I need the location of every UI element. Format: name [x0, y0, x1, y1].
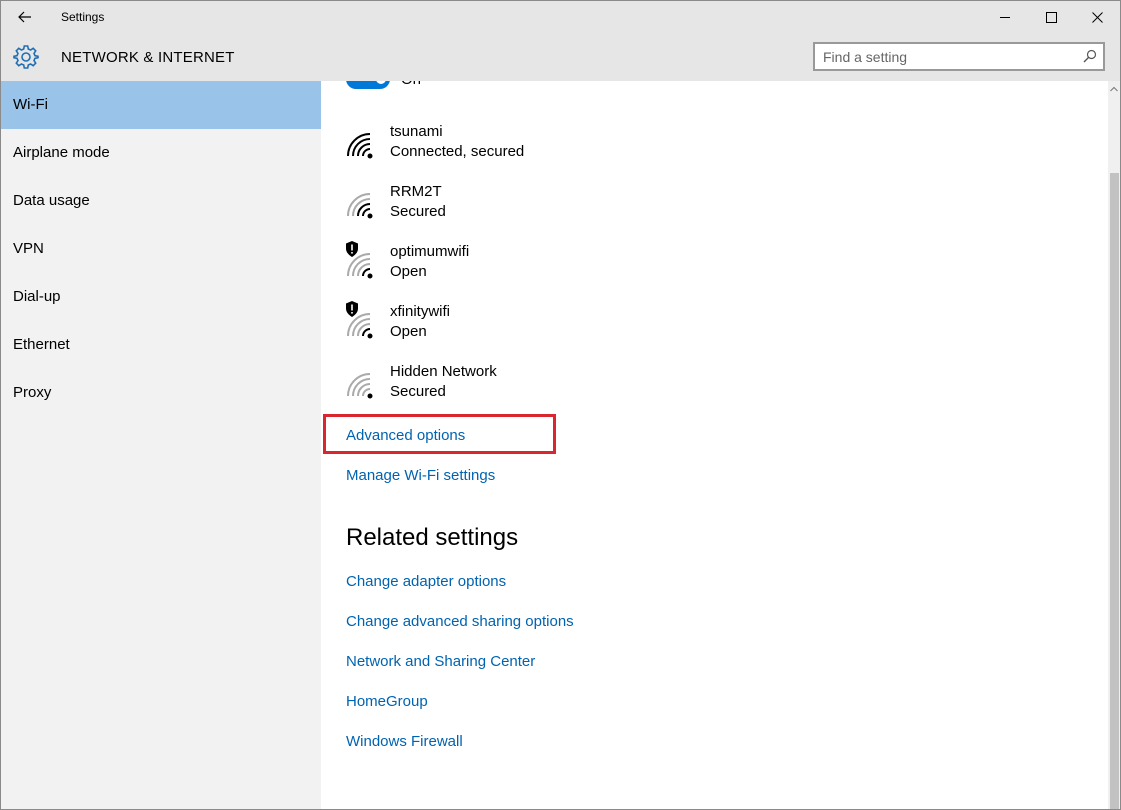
- wifi-signal-medium-icon: [347, 193, 373, 219]
- wifi-toggle[interactable]: [346, 81, 390, 89]
- network-name: optimumwifi: [390, 243, 470, 260]
- minimize-icon: [999, 16, 1010, 18]
- sidebar-item-dial-up[interactable]: Dial-up: [1, 273, 321, 321]
- shield-warning-icon: [346, 241, 358, 257]
- search-box[interactable]: [813, 42, 1105, 71]
- network-status: Open: [390, 263, 427, 280]
- scrollbar-thumb[interactable]: [1110, 173, 1119, 809]
- change-adapter-options-link[interactable]: Change adapter options: [346, 573, 506, 590]
- sidebar-item-ethernet[interactable]: Ethernet: [1, 321, 321, 369]
- network-status: Secured: [390, 203, 446, 220]
- network-name: RRM2T: [390, 183, 442, 200]
- maximize-button[interactable]: [1028, 1, 1074, 33]
- search-icon[interactable]: [1083, 49, 1097, 63]
- network-status: Secured: [390, 383, 446, 400]
- network-name: xfinitywifi: [390, 303, 451, 320]
- manage-wifi-settings-link[interactable]: Manage Wi-Fi settings: [346, 467, 495, 484]
- network-name: tsunami: [390, 123, 443, 140]
- sidebar-item-data-usage[interactable]: Data usage: [1, 177, 321, 225]
- vertical-scrollbar[interactable]: [1108, 81, 1120, 809]
- advanced-options-link[interactable]: Advanced options: [346, 427, 465, 444]
- settings-window: Settings NETWORK & INTERNET Wi-Fi: [0, 0, 1121, 810]
- scroll-up-arrow-icon[interactable]: [1110, 85, 1118, 93]
- network-and-sharing-center-link[interactable]: Network and Sharing Center: [346, 653, 535, 670]
- network-name: Hidden Network: [390, 363, 497, 380]
- close-button[interactable]: [1074, 1, 1120, 33]
- network-item[interactable]: tsunami Connected, secured: [346, 121, 746, 171]
- windows-firewall-link[interactable]: Windows Firewall: [346, 733, 463, 750]
- search-input[interactable]: [823, 47, 1073, 67]
- back-arrow-icon: [18, 11, 31, 23]
- title-bar: Settings: [1, 1, 1120, 33]
- sidebar-item-airplane-mode[interactable]: Airplane mode: [1, 129, 321, 177]
- page-title: NETWORK & INTERNET: [61, 49, 235, 66]
- sidebar-item-vpn[interactable]: VPN: [1, 225, 321, 273]
- network-status: Connected, secured: [390, 143, 525, 160]
- minimize-button[interactable]: [982, 1, 1028, 33]
- page-header: NETWORK & INTERNET: [1, 33, 1120, 81]
- wifi-signal-full-icon: [347, 133, 373, 159]
- homegroup-link[interactable]: HomeGroup: [346, 693, 428, 710]
- related-settings-heading: Related settings: [346, 524, 519, 551]
- sidebar: Wi-Fi Airplane mode Data usage VPN Dial-…: [1, 81, 321, 809]
- network-item[interactable]: RRM2T Secured: [346, 181, 746, 231]
- network-item[interactable]: optimumwifi Open: [346, 241, 746, 291]
- toggle-state-label: On: [401, 81, 421, 88]
- change-advanced-sharing-options-link[interactable]: Change advanced sharing options: [346, 613, 574, 630]
- network-item[interactable]: xfinitywifi Open: [346, 301, 746, 351]
- network-item[interactable]: Hidden Network Secured: [346, 361, 746, 411]
- gear-icon: [13, 45, 39, 69]
- main-content: On tsunami Connected, secured RRM2T: [322, 81, 1108, 809]
- app-title: Settings: [61, 10, 105, 24]
- close-icon: [1091, 11, 1103, 23]
- sidebar-item-proxy[interactable]: Proxy: [1, 369, 321, 417]
- maximize-icon: [1045, 11, 1057, 23]
- sidebar-item-wifi[interactable]: Wi-Fi: [1, 81, 321, 129]
- network-status: Open: [390, 323, 427, 340]
- toggle-knob: [376, 81, 386, 84]
- shield-warning-icon: [346, 301, 358, 317]
- wifi-signal-weak-icon: [347, 373, 373, 399]
- back-button[interactable]: [9, 5, 41, 29]
